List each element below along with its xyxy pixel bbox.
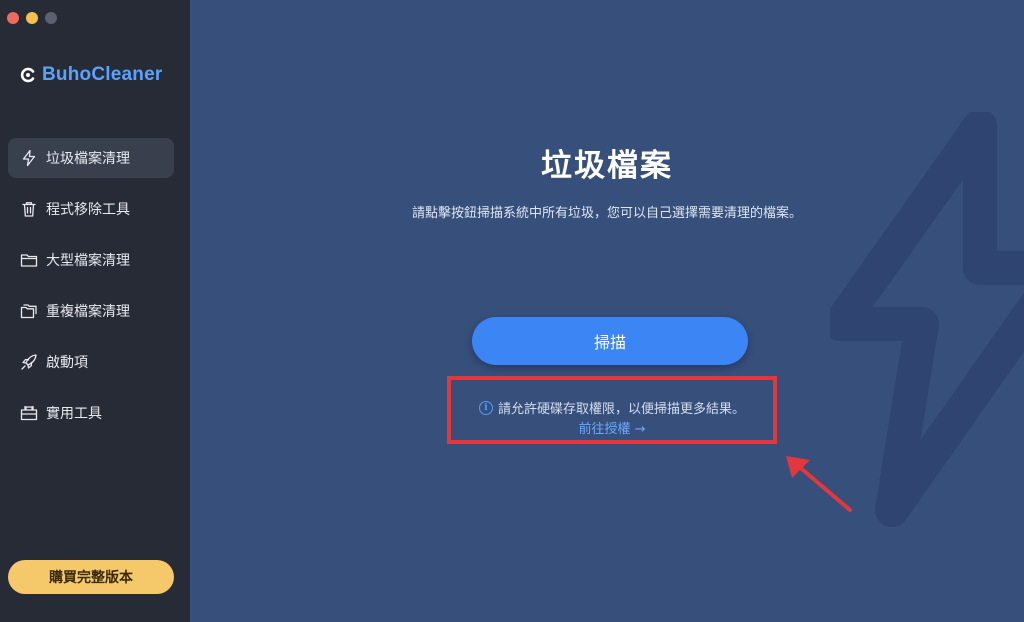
sidebar-item-toolkit[interactable]: 實用工具 — [8, 393, 174, 433]
app-logo: BuhoCleaner — [20, 64, 162, 86]
lightning-icon — [20, 149, 38, 167]
sidebar-nav: 垃圾檔案清理 程式移除工具 大型檔案清理 重複檔案清理 啟動項 實用工具 — [8, 138, 174, 444]
info-icon: i — [478, 400, 493, 415]
buho-logo-icon — [20, 67, 35, 83]
sidebar-item-label: 大型檔案清理 — [46, 253, 130, 269]
rocket-icon — [20, 353, 38, 371]
toolbox-icon — [20, 404, 38, 422]
scan-button[interactable]: 掃描 — [472, 317, 748, 365]
app-name: BuhoCleaner — [42, 64, 163, 85]
sidebar-item-label: 垃圾檔案清理 — [46, 151, 130, 167]
sidebar-item-label: 實用工具 — [46, 406, 102, 422]
sidebar-item-startup-items[interactable]: 啟動項 — [8, 342, 174, 382]
sidebar-item-label: 重複檔案清理 — [46, 304, 130, 320]
folder-icon — [20, 251, 38, 269]
sidebar-item-label: 啟動項 — [46, 355, 88, 371]
page-title: 垃圾檔案 — [541, 148, 673, 184]
zoom-window-button[interactable] — [45, 12, 57, 24]
sidebar: BuhoCleaner 垃圾檔案清理 程式移除工具 大型檔案清理 重複檔案清理 … — [0, 0, 190, 622]
permission-notice: i 請允許硬碟存取權限，以便掃描更多結果。 前往授權 → — [447, 376, 777, 444]
main-panel: 垃圾檔案 請點擊按鈕掃描系統中所有垃圾，您可以自己選擇需要清理的檔案。 掃描 i… — [190, 0, 1024, 622]
trash-icon — [20, 200, 38, 218]
close-window-button[interactable] — [7, 12, 19, 24]
annotation-arrow-icon — [786, 456, 852, 512]
window-controls — [7, 12, 57, 24]
sidebar-item-duplicate-files[interactable]: 重複檔案清理 — [8, 291, 174, 331]
minimize-window-button[interactable] — [26, 12, 38, 24]
permission-notice-line: i 請允許硬碟存取權限，以便掃描更多結果。 — [451, 398, 773, 417]
buy-full-version-button[interactable]: 購買完整版本 — [8, 560, 174, 594]
sidebar-item-uninstaller[interactable]: 程式移除工具 — [8, 189, 174, 229]
app-window: BuhoCleaner 垃圾檔案清理 程式移除工具 大型檔案清理 重複檔案清理 … — [0, 0, 1024, 622]
permission-notice-text: 請允許硬碟存取權限，以便掃描更多結果。 — [497, 402, 745, 417]
go-authorize-link[interactable]: 前往授權 → — [451, 418, 773, 437]
page-subtitle: 請點擊按鈕掃描系統中所有垃圾，您可以自己選擇需要清理的檔案。 — [411, 206, 802, 221]
sidebar-item-junk-files[interactable]: 垃圾檔案清理 — [8, 138, 174, 178]
sidebar-item-label: 程式移除工具 — [46, 202, 130, 218]
sidebar-item-large-files[interactable]: 大型檔案清理 — [8, 240, 174, 280]
duplicate-folder-icon — [20, 302, 38, 320]
